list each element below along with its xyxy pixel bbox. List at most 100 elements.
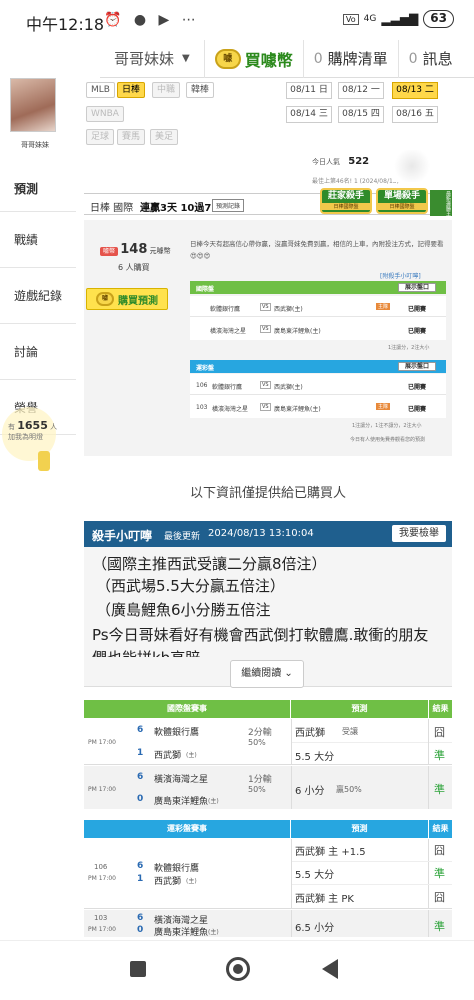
bulb-base-icon: [38, 451, 50, 471]
date-0811[interactable]: 08/11 日: [286, 82, 332, 99]
game-number: 103: [196, 404, 208, 411]
league-tag-npb[interactable]: 日棒: [117, 82, 146, 98]
team2: 西武獅(主): [274, 384, 303, 391]
table1-body: PM 17:00 6 軟體銀行鷹 1 西武獅 (主) 2分輸 50% 西武獅 受…: [84, 719, 452, 809]
system-nav-bar: [0, 940, 474, 1000]
score1: 6: [137, 772, 144, 782]
user-menu-label: 哥哥妹妹: [114, 50, 175, 68]
pick: 5.5 大分: [295, 752, 335, 763]
home-mark: (主): [208, 929, 219, 936]
report-button[interactable]: 我要檢舉: [392, 525, 446, 542]
record-button[interactable]: 預測記錄: [212, 199, 245, 212]
league-tag-horse[interactable]: 賽馬: [117, 129, 146, 145]
team2: 西武獅(主): [274, 306, 303, 313]
avatar[interactable]: [10, 78, 56, 132]
sidebar-item-discussion[interactable]: 討論: [0, 323, 76, 379]
league-tag-mlb[interactable]: MLB: [86, 82, 115, 98]
ou-note: 1注讓分，1注不讓分，2注大小: [352, 423, 422, 429]
sidebar-item-game-log[interactable]: 遊戲紀錄: [0, 267, 76, 323]
table-row: 橫濱海灣之星 VS 廣島東洋鯉魚(主) 已開賽: [190, 318, 446, 339]
home-icon[interactable]: [226, 957, 250, 981]
vs-icon: VS: [260, 381, 271, 389]
fans-prefix: 有: [8, 423, 15, 431]
pick: 6.5 小分: [295, 923, 335, 934]
result: 準: [434, 920, 445, 933]
coin-icon: 噱: [96, 292, 114, 306]
prediction-description: 日棒今天有超高信心帶你贏，沒贏哥妹免費到贏，相信的上車，內附投注方式，記得要看😍…: [190, 240, 444, 260]
game-time: PM 17:00: [88, 926, 116, 933]
continue-label: 繼續閱讀: [241, 668, 282, 679]
fans-note: 加我為明燈: [8, 433, 43, 441]
header-streak: 連贏3天 10過7: [140, 203, 212, 214]
date-0815[interactable]: 08/15 四: [338, 106, 384, 123]
sidebar-item-predict[interactable]: 預測: [0, 160, 76, 216]
fans-bulb[interactable]: 有 1655 人 加我為明燈: [2, 407, 66, 471]
ou-note2: 今日有人使用免費券觀看您的預測: [350, 437, 426, 443]
pick: 西武獅: [295, 728, 325, 739]
vs-icon: VS: [260, 325, 271, 333]
back-icon[interactable]: [322, 959, 338, 979]
pick-extra: 贏50%: [336, 785, 362, 794]
messages-link[interactable]: 0 訊息: [399, 40, 463, 78]
date-0816[interactable]: 08/16 五: [392, 106, 438, 123]
league-tag-cpbl[interactable]: 中職: [152, 82, 181, 98]
messages-label: 訊息: [422, 50, 453, 68]
date-0813[interactable]: 08/13 二: [392, 82, 438, 99]
recent-apps-icon[interactable]: [130, 961, 146, 977]
game-number: 106: [196, 382, 208, 389]
tips-line: （西武場5.5大分贏五倍注）: [96, 577, 285, 595]
price-amount: 148: [120, 242, 148, 257]
continue-reading-button[interactable]: 繼續閱讀 ⌄: [230, 660, 304, 688]
user-menu[interactable]: 哥哥妹妹 ▼: [100, 39, 205, 78]
sidebar-item-record[interactable]: 戰績: [0, 211, 76, 267]
result: 囧: [434, 891, 445, 904]
intl-panel-title: 國際盤: [196, 286, 215, 293]
cart-label: 購牌清單: [327, 50, 388, 68]
buy-coin-button[interactable]: 噱 買噱幣: [205, 39, 304, 78]
score2: 0: [137, 794, 144, 804]
league-tag-wnba[interactable]: WNBA: [86, 106, 124, 122]
table2-header-games: 運彩盤賽事: [84, 820, 290, 838]
table-row: 103 橫濱海灣之星 VS 廣島東洋鯉魚(主) 主隊 已開賽: [190, 396, 446, 417]
score2: 0: [137, 925, 144, 935]
home-flag: 主隊: [376, 403, 391, 410]
fans-suffix: 人: [50, 423, 58, 431]
tips-title: 殺手小叮嚀: [92, 529, 153, 543]
ou-show-odds-button[interactable]: 展示盤口: [398, 362, 437, 371]
team1: 橫濱海灣之星: [212, 406, 249, 413]
sidebar-item-label: 戰績: [14, 233, 39, 247]
popularity-value: 522: [348, 156, 370, 167]
prediction-header: 日棒 國際 連贏3天 10過7 預測記錄 莊家殺手 日棒國際盤 單場殺手 日棒國…: [84, 188, 452, 216]
result: 囧: [434, 726, 445, 739]
intl-show-odds-button[interactable]: 展示盤口: [398, 283, 437, 292]
home-mark: (主): [186, 878, 197, 885]
team2: 西武獅: [154, 751, 182, 761]
table1-header-games: 國際盤賽事: [84, 700, 290, 718]
notification-icons: ⏰ ● ▶ ⋯: [104, 12, 200, 28]
buyers: 6 人購買: [118, 262, 150, 273]
score2: 1: [137, 874, 144, 884]
team1: 軟體銀行鷹: [212, 384, 243, 391]
tips-link[interactable]: [附殺手小叮嚀]: [380, 271, 421, 280]
date-0814[interactable]: 08/14 三: [286, 106, 332, 123]
cart-link[interactable]: 0 購牌清單: [304, 39, 399, 78]
buy-prediction-button[interactable]: 噱 購買預測: [86, 288, 168, 310]
game-number: 106: [94, 863, 108, 871]
sidebar-item-label: 預測: [14, 181, 39, 196]
pick: 西武獅 主 +1.5: [295, 847, 366, 858]
game-status: 已開賽: [408, 406, 427, 413]
table2-header-predict: 預測: [291, 820, 428, 838]
table-row: 106 PM 17:00 6 軟體銀行鷹 1 西武獅 (主) 西武獅 主 +1.…: [84, 839, 452, 909]
league-tag-kbo[interactable]: 韓棒: [186, 82, 215, 98]
date-0812[interactable]: 08/12 一: [338, 82, 384, 99]
result: 囧: [434, 844, 445, 857]
top-nav: 哥哥妹妹 ▼ 噱 買噱幣 0 購牌清單 0 訊息: [100, 39, 474, 78]
score1: 6: [137, 861, 144, 871]
pick-extra: 受讓: [342, 727, 358, 736]
league-tag-football[interactable]: 美足: [150, 129, 179, 145]
home-mark: (主): [208, 798, 219, 805]
team2: 廣島東洋鯉魚(主): [274, 328, 321, 335]
avatar-name: 哥哥妹妹: [21, 141, 49, 149]
league-tag-soccer[interactable]: 足球: [86, 129, 115, 145]
tips-updated: 2024/08/13 13:10:04: [208, 528, 314, 539]
